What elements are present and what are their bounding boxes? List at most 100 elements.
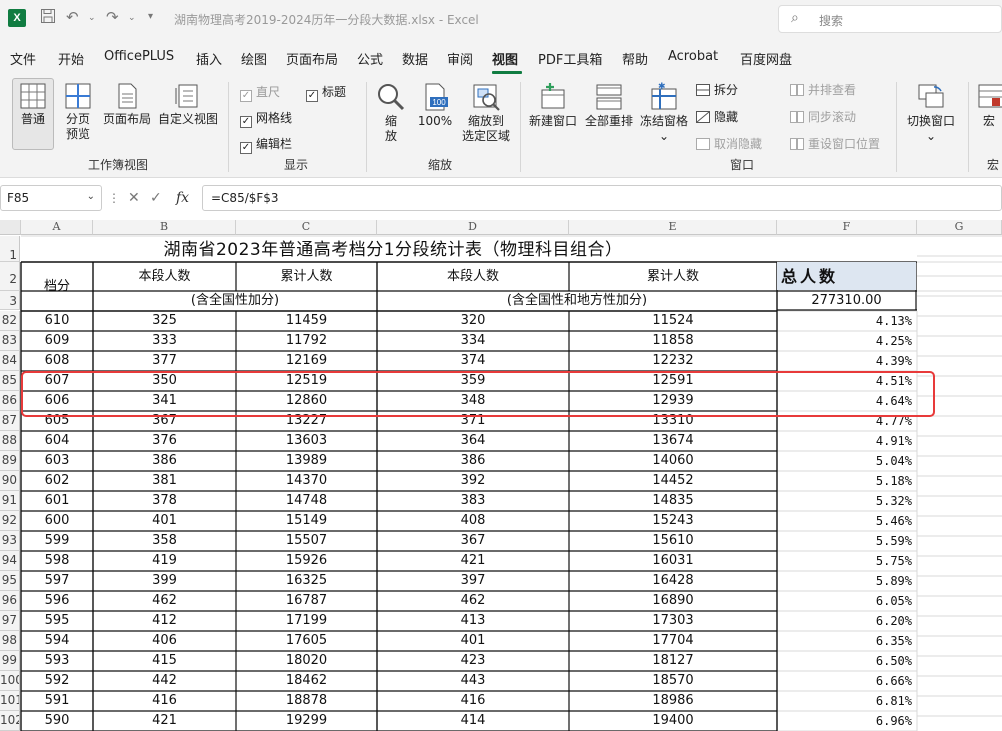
cell-cumulative-count-1[interactable]: 15507 bbox=[236, 531, 377, 551]
cell-cumulative-count-2[interactable]: 14452 bbox=[569, 471, 777, 491]
header-total-label[interactable]: 总人数 bbox=[781, 263, 901, 291]
row-header[interactable]: 91 bbox=[0, 491, 20, 511]
cell-percentage[interactable]: 4.25% bbox=[777, 331, 914, 351]
row-header[interactable]: 83 bbox=[0, 331, 20, 351]
cell-segment-count-2[interactable]: 374 bbox=[377, 351, 569, 371]
cell-score[interactable]: 599 bbox=[21, 531, 93, 551]
cell-percentage[interactable]: 5.32% bbox=[777, 491, 914, 511]
cell-segment-count-1[interactable]: 333 bbox=[93, 331, 236, 351]
cell-score[interactable]: 598 bbox=[21, 551, 93, 571]
cell-cumulative-count-1[interactable]: 17199 bbox=[236, 611, 377, 631]
cell-score[interactable]: 592 bbox=[21, 671, 93, 691]
cell-cumulative-count-2[interactable]: 13310 bbox=[569, 411, 777, 431]
cell-segment-count-2[interactable]: 401 bbox=[377, 631, 569, 651]
cell-cumulative-count-1[interactable]: 13989 bbox=[236, 451, 377, 471]
cell-percentage[interactable]: 5.18% bbox=[777, 471, 914, 491]
cell-segment-count-1[interactable]: 416 bbox=[93, 691, 236, 711]
cell-percentage[interactable]: 5.04% bbox=[777, 451, 914, 471]
cell-score[interactable]: 604 bbox=[21, 431, 93, 451]
cell-cumulative-count-2[interactable]: 17303 bbox=[569, 611, 777, 631]
cell-segment-count-1[interactable]: 412 bbox=[93, 611, 236, 631]
cell-segment-count-1[interactable]: 378 bbox=[93, 491, 236, 511]
cell-cumulative-count-1[interactable]: 13603 bbox=[236, 431, 377, 451]
cell-cumulative-count-1[interactable]: 19299 bbox=[236, 711, 377, 731]
cell-cumulative-count-1[interactable]: 11792 bbox=[236, 331, 377, 351]
cell-percentage[interactable]: 4.51% bbox=[777, 371, 914, 391]
row-header[interactable]: 94 bbox=[0, 551, 20, 571]
cell-segment-count-2[interactable]: 423 bbox=[377, 651, 569, 671]
row-header[interactable]: 88 bbox=[0, 431, 20, 451]
cell-cumulative-count-1[interactable]: 12169 bbox=[236, 351, 377, 371]
cell-cumulative-count-2[interactable]: 16428 bbox=[569, 571, 777, 591]
cell-segment-count-2[interactable]: 421 bbox=[377, 551, 569, 571]
cell-score[interactable]: 601 bbox=[21, 491, 93, 511]
cell-segment-count-1[interactable]: 376 bbox=[93, 431, 236, 451]
cell-score[interactable]: 605 bbox=[21, 411, 93, 431]
cell-segment-count-2[interactable]: 443 bbox=[377, 671, 569, 691]
cell-score[interactable]: 607 bbox=[21, 371, 93, 391]
cell-score[interactable]: 597 bbox=[21, 571, 93, 591]
row-header-2[interactable]: 2 bbox=[0, 262, 20, 291]
cell-segment-count-1[interactable]: 401 bbox=[93, 511, 236, 531]
cell-cumulative-count-2[interactable]: 18127 bbox=[569, 651, 777, 671]
cell-percentage[interactable]: 5.59% bbox=[777, 531, 914, 551]
row-header[interactable]: 90 bbox=[0, 471, 20, 491]
cell-percentage[interactable]: 6.66% bbox=[777, 671, 914, 691]
cell-segment-count-1[interactable]: 381 bbox=[93, 471, 236, 491]
cell-percentage[interactable]: 4.91% bbox=[777, 431, 914, 451]
row-header[interactable]: 82 bbox=[0, 311, 20, 331]
cell-cumulative-count-1[interactable]: 14748 bbox=[236, 491, 377, 511]
row-header[interactable]: 100 bbox=[0, 671, 20, 691]
cell-segment-count-1[interactable]: 421 bbox=[93, 711, 236, 731]
cell-cumulative-count-2[interactable]: 19400 bbox=[569, 711, 777, 731]
cell-segment-count-1[interactable]: 325 bbox=[93, 311, 236, 331]
cell-segment-count-2[interactable]: 416 bbox=[377, 691, 569, 711]
cell-score[interactable]: 602 bbox=[21, 471, 93, 491]
cell-segment-count-1[interactable]: 462 bbox=[93, 591, 236, 611]
header-dangfen[interactable]: 档分 bbox=[21, 263, 93, 310]
cell-cumulative-count-1[interactable]: 15149 bbox=[236, 511, 377, 531]
cell-cumulative-count-1[interactable]: 12860 bbox=[236, 391, 377, 411]
cell-segment-count-2[interactable]: 348 bbox=[377, 391, 569, 411]
cell-cumulative-count-2[interactable]: 15243 bbox=[569, 511, 777, 531]
row-header[interactable]: 102 bbox=[0, 711, 20, 731]
sheet-title[interactable]: 湖南省2023年普通高考档分1分段统计表（物理科目组合） bbox=[93, 238, 693, 262]
cell-score[interactable]: 596 bbox=[21, 591, 93, 611]
cell-segment-count-1[interactable]: 406 bbox=[93, 631, 236, 651]
cell-cumulative-count-2[interactable]: 11858 bbox=[569, 331, 777, 351]
row-header[interactable]: 84 bbox=[0, 351, 20, 371]
cell-score[interactable]: 610 bbox=[21, 311, 93, 331]
cell-segment-count-2[interactable]: 397 bbox=[377, 571, 569, 591]
cell-cumulative-count-1[interactable]: 18462 bbox=[236, 671, 377, 691]
cell-cumulative-count-1[interactable]: 12519 bbox=[236, 371, 377, 391]
cell-segment-count-2[interactable]: 364 bbox=[377, 431, 569, 451]
cell-percentage[interactable]: 4.77% bbox=[777, 411, 914, 431]
cell-segment-count-2[interactable]: 413 bbox=[377, 611, 569, 631]
cell-cumulative-count-2[interactable]: 12591 bbox=[569, 371, 777, 391]
row-header[interactable]: 96 bbox=[0, 591, 20, 611]
cell-segment-count-1[interactable]: 350 bbox=[93, 371, 236, 391]
cell-segment-count-2[interactable]: 414 bbox=[377, 711, 569, 731]
cell-score[interactable]: 606 bbox=[21, 391, 93, 411]
row-header[interactable]: 101 bbox=[0, 691, 20, 711]
total-value-cell[interactable]: 277310.00 bbox=[777, 291, 916, 310]
cell-segment-count-2[interactable]: 383 bbox=[377, 491, 569, 511]
cell-percentage[interactable]: 5.89% bbox=[777, 571, 914, 591]
cell-segment-count-2[interactable]: 334 bbox=[377, 331, 569, 351]
cell-score[interactable]: 603 bbox=[21, 451, 93, 471]
cell-segment-count-1[interactable]: 377 bbox=[93, 351, 236, 371]
cell-score[interactable]: 600 bbox=[21, 511, 93, 531]
cell-segment-count-1[interactable]: 358 bbox=[93, 531, 236, 551]
cell-percentage[interactable]: 5.75% bbox=[777, 551, 914, 571]
cell-cumulative-count-2[interactable]: 16890 bbox=[569, 591, 777, 611]
header-note-national[interactable]: (含全国性加分) bbox=[93, 291, 377, 310]
cell-cumulative-count-2[interactable]: 17704 bbox=[569, 631, 777, 651]
row-header[interactable]: 86 bbox=[0, 391, 20, 411]
header-segment-count-2[interactable]: 本段人数 bbox=[377, 263, 569, 291]
cell-segment-count-1[interactable]: 399 bbox=[93, 571, 236, 591]
cell-score[interactable]: 608 bbox=[21, 351, 93, 371]
header-cumulative-count-1[interactable]: 累计人数 bbox=[236, 263, 377, 291]
cell-score[interactable]: 593 bbox=[21, 651, 93, 671]
cell-cumulative-count-1[interactable]: 18878 bbox=[236, 691, 377, 711]
header-note-national-local[interactable]: (含全国性和地方性加分) bbox=[377, 291, 777, 310]
